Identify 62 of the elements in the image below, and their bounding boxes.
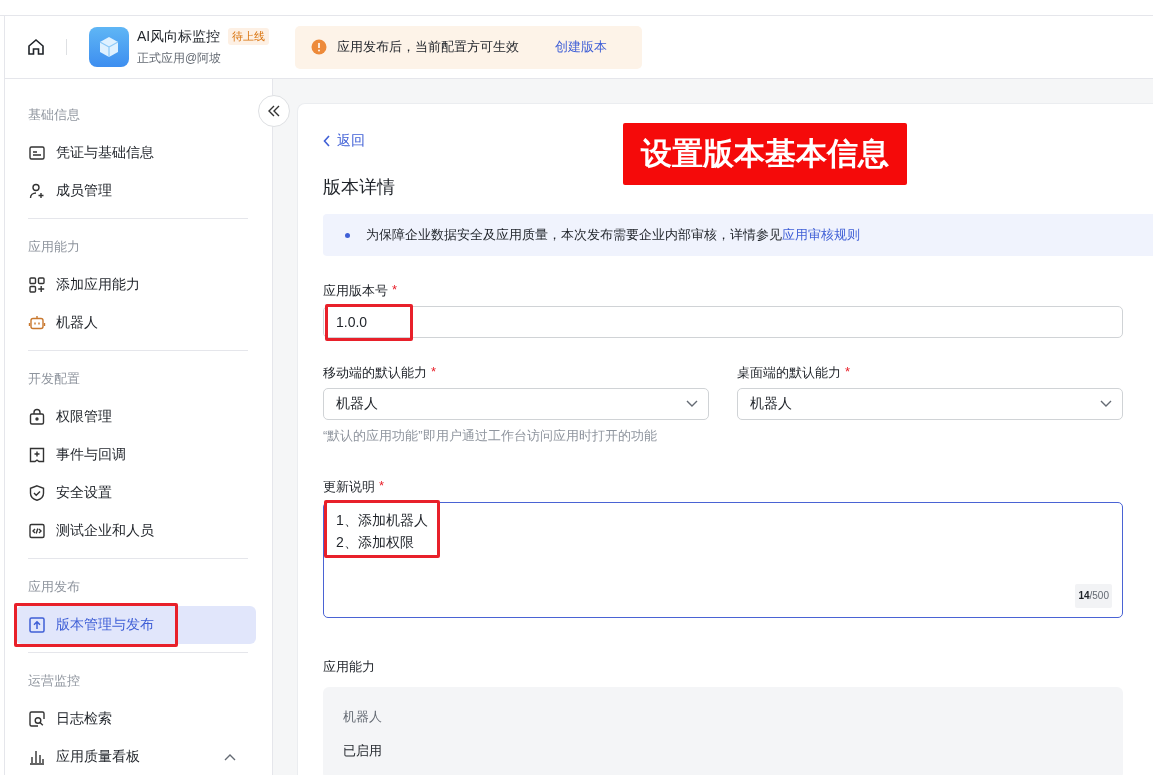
app-name: AI风向标监控 [137,27,221,46]
status-badge: 待上线 [228,28,270,45]
nav-item[interactable]: 事件与回调 [16,436,256,474]
collapse-button[interactable] [258,95,290,127]
required-mark: * [431,364,437,381]
field-label: 桌面端的默认能力 [737,364,841,382]
section-title: 应用发布 [28,578,81,596]
version-input[interactable]: 1.0.0 [323,306,1123,338]
capability-name: 机器人 [343,708,383,726]
double-chevron-left-icon [267,105,281,117]
lock-box-icon [28,408,46,426]
chevron-up-icon[interactable] [224,753,236,761]
nav-item[interactable]: 应用质量看板 [16,738,256,775]
nav-item[interactable]: 凭证与基础信息 [16,134,256,172]
warning-icon [311,39,328,55]
notice-text: 应用发布后，当前配置方可生效 [337,38,520,56]
section-label: 应用能力 [323,658,376,676]
annotation-banner: 设置版本基本信息 [623,123,907,185]
chevron-left-icon [323,135,331,147]
nav-item[interactable]: 安全设置 [16,474,256,512]
log-search-icon [28,710,46,728]
section-title: 运营监控 [28,672,81,690]
desktop-default-select[interactable]: 机器人 [737,388,1123,420]
nav-item[interactable]: 版本管理与发布 [16,606,256,644]
app-logo-icon [89,27,129,67]
nav-item[interactable]: 日志检索 [16,700,256,738]
section-title: 应用能力 [28,238,81,256]
section-title: 开发配置 [28,370,81,388]
hint-text: “默认的应用功能”即用户通过工作台访问应用时打开的功能 [323,427,658,445]
app-subtitle: 正式应用@阿坡 [137,49,223,67]
user-plus-icon [28,182,46,200]
chevron-down-icon [1100,400,1112,408]
page-title: 版本详情 [323,176,396,199]
review-rules-link[interactable]: 应用审核规则 [782,227,860,242]
create-version-link[interactable]: 创建版本 [555,38,608,56]
back-link[interactable]: 返回 [323,132,365,150]
nav-item[interactable]: 权限管理 [16,398,256,436]
nav-item[interactable]: 成员管理 [16,172,256,210]
capability-status: 已启用 [343,742,383,760]
required-mark: * [845,364,851,381]
mobile-default-select[interactable]: 机器人 [323,388,709,420]
shield-check-icon [28,484,46,502]
chevron-down-icon [686,400,698,408]
notes-textarea[interactable]: 1、添加机器人 2、添加权限 14/500 [323,502,1123,618]
robot-icon [28,314,46,332]
field-label: 应用版本号 [323,282,388,300]
id-card-icon [28,144,46,162]
grid-plus-icon [28,276,46,294]
info-text: 为保障企业数据安全及应用质量，本次发布需要企业内部审核，详情参见应用审核规则 [366,226,860,244]
upload-icon [28,616,46,634]
home-icon[interactable] [26,37,46,57]
code-icon [28,522,46,540]
required-mark: * [379,478,385,495]
nav-item[interactable]: 添加应用能力 [16,266,256,304]
bar-chart-icon [28,748,46,766]
nav-item[interactable]: 测试企业和人员 [16,512,256,550]
section-title: 基础信息 [28,106,81,124]
nav-item[interactable]: 机器人 [16,304,256,342]
char-counter: 14/500 [1075,584,1112,608]
field-label: 移动端的默认能力 [323,364,427,382]
required-mark: * [392,282,398,299]
field-label: 更新说明 [323,478,375,496]
